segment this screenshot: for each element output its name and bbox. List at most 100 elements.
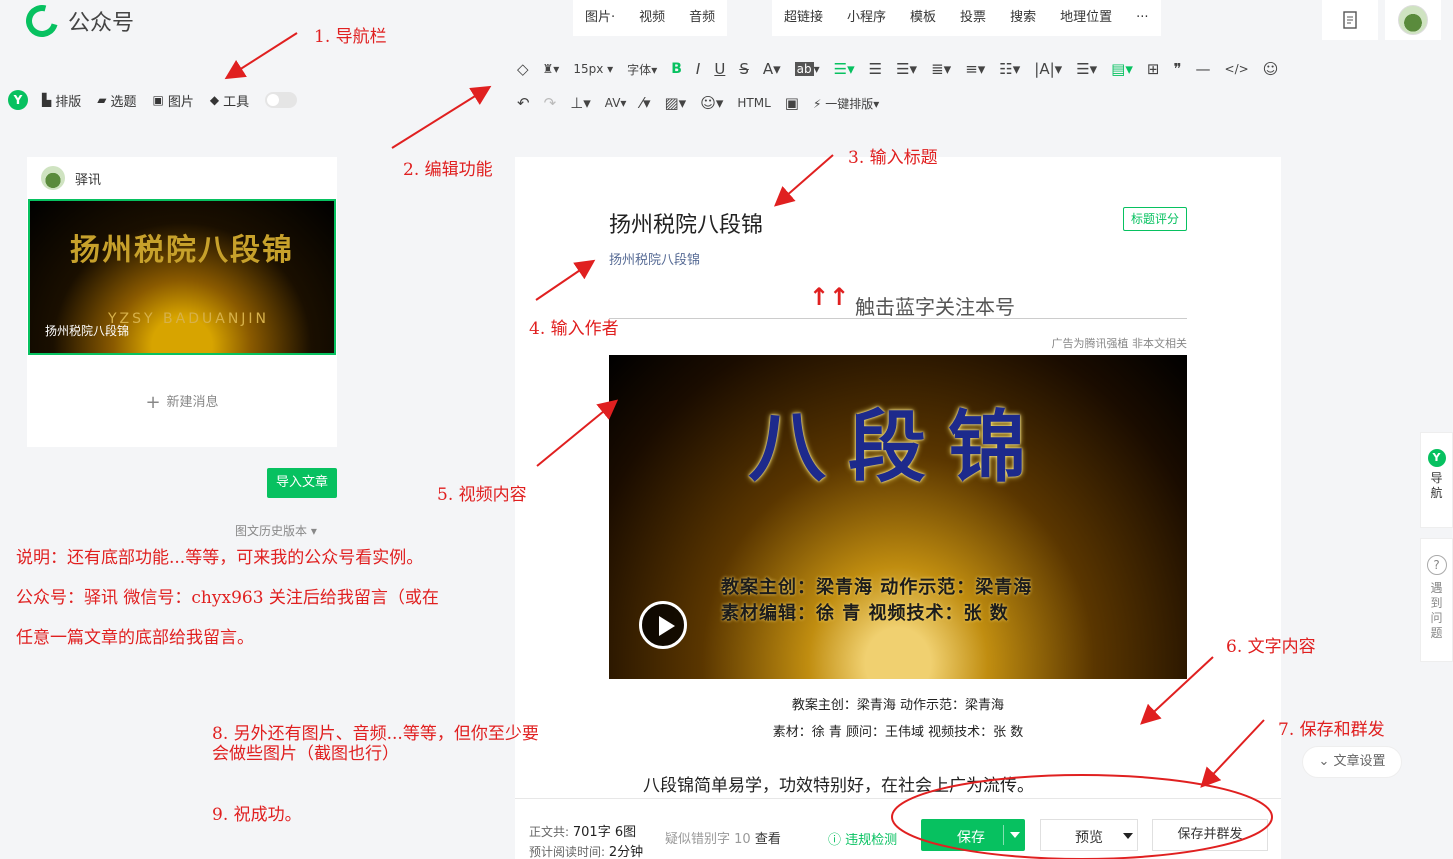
- menu-more[interactable]: ···: [1124, 0, 1160, 36]
- menu-hyperlink[interactable]: 超链接: [772, 0, 835, 36]
- import-article-button[interactable]: 导入文章: [267, 468, 337, 498]
- article-cover-selected[interactable]: 扬州税院八段锦 YZSY BADUANJIN 扬州税院八段锦: [28, 199, 336, 355]
- annotation-3: 3. 输入标题: [848, 148, 938, 168]
- font-size-value: 15px: [573, 62, 604, 76]
- divider-icon[interactable]: —: [1189, 60, 1218, 78]
- help-label: 遇到问题: [1430, 581, 1443, 640]
- magic-wand-icon[interactable]: ⁄▾: [633, 94, 657, 112]
- code-icon[interactable]: </>: [1218, 62, 1256, 76]
- align-center-icon[interactable]: ☰▾: [827, 60, 862, 78]
- new-message-button[interactable]: + 新建消息: [27, 391, 337, 413]
- topic-tool[interactable]: ▰ 选题: [97, 91, 136, 110]
- one-click-layout-button[interactable]: ⚡ 一键排版▾: [806, 95, 886, 112]
- emoji-icon[interactable]: ☺: [1256, 60, 1286, 78]
- cover-subtitle: YZSY BADUANJIN: [108, 311, 270, 327]
- list-icon[interactable]: ☰▾: [1069, 60, 1104, 78]
- font-size-select[interactable]: 15px ▾: [566, 62, 620, 76]
- emoji-insert-icon[interactable]: ☺▾: [693, 94, 730, 112]
- account-name: 驿讯: [75, 172, 102, 188]
- read-time-value: 2分钟: [608, 845, 644, 859]
- follow-text: 触击蓝字关注本号: [855, 295, 1015, 319]
- menu-image[interactable]: 图片·: [573, 0, 627, 36]
- ad-note: 广告为腾讯强植 非本文相关: [1051, 337, 1188, 350]
- play-icon[interactable]: [639, 601, 687, 649]
- menu-vote[interactable]: 投票: [948, 0, 998, 36]
- tools-label: 工具: [223, 94, 250, 110]
- article-title-input[interactable]: 扬州税院八段锦: [609, 207, 763, 239]
- note-line-1: 说明：还有底部功能...等等，可来我的公众号看实例。: [16, 548, 424, 568]
- insert-menu-media: 图片· 视频 音频: [573, 0, 728, 36]
- save-button[interactable]: 保存: [921, 819, 1025, 851]
- history-versions-link[interactable]: 图文历史版本 ▾: [235, 522, 317, 539]
- help-button[interactable]: ? 遇到问题: [1420, 538, 1453, 662]
- text-width-icon[interactable]: |A|▾: [1027, 60, 1069, 78]
- font-color-button[interactable]: A▾: [756, 60, 788, 78]
- violation-check-button[interactable]: ⓘ 违规检测: [828, 829, 897, 848]
- redo-icon[interactable]: ↷: [537, 94, 564, 112]
- typo-view-link[interactable]: 查看: [755, 832, 781, 847]
- tools-tool[interactable]: ◆ 工具: [210, 91, 249, 110]
- outdent-icon[interactable]: ☰▾: [889, 60, 924, 78]
- chevron-down-icon[interactable]: [1010, 832, 1020, 838]
- html-icon[interactable]: HTML: [730, 96, 777, 110]
- plus-icon: +: [145, 392, 161, 413]
- annotation-9: 9. 祝成功。: [212, 805, 302, 825]
- annotation-1: 1. 导航栏: [314, 27, 387, 47]
- background-color-button[interactable]: ab ▾: [788, 62, 827, 76]
- read-time: 预计阅读时间: 2分钟: [529, 841, 643, 859]
- table-icon[interactable]: ⊞: [1140, 60, 1167, 78]
- preview-button[interactable]: 预览: [1040, 819, 1138, 851]
- side-navigation-button[interactable]: Y 导航: [1420, 432, 1453, 528]
- save-and-publish-button[interactable]: 保存并群发: [1152, 819, 1268, 851]
- violation-label: 违规检测: [845, 833, 898, 848]
- menu-video[interactable]: 视频: [627, 0, 677, 36]
- avatar[interactable]: [1398, 5, 1428, 35]
- article-settings-label: 文章设置: [1333, 754, 1386, 769]
- image-tool[interactable]: ▣ 图片: [153, 91, 194, 110]
- letter-spacing-icon[interactable]: ☷▾: [992, 60, 1027, 78]
- left-toolbar: Y ▙ 排版 ▰ 选题 ▣ 图片 ◆ 工具: [8, 90, 298, 110]
- top-navigation: 公众号 图片· 视频 音频 超链接 小程序 模板 投票 搜索 地理位置 ···: [0, 0, 1453, 44]
- menu-search[interactable]: 搜索: [998, 0, 1048, 36]
- article-author-input[interactable]: 扬州税院八段锦: [609, 249, 700, 268]
- format-toolbar-row-1: ◇ ♜▾ 15px ▾ 字体▾ B I U S A▾ ab ▾ ☰▾ ☰ ☰▾ ≣…: [510, 54, 1285, 84]
- font-family-select[interactable]: 字体▾: [620, 61, 664, 78]
- video-credit-1: 教案主创：梁青海 动作示范：梁青海: [721, 577, 1033, 598]
- title-score-button[interactable]: 标题评分: [1123, 207, 1187, 231]
- eraser-icon[interactable]: ◇: [510, 60, 536, 78]
- toolbox-icon[interactable]: ▣: [778, 94, 806, 112]
- menu-audio[interactable]: 音频: [677, 0, 727, 36]
- article-settings-button[interactable]: ⌄ 文章设置: [1302, 746, 1402, 778]
- vertical-spacing-icon[interactable]: ⊥▾: [563, 94, 598, 112]
- plugin-y-icon[interactable]: Y: [8, 90, 28, 110]
- bold-button[interactable]: B: [664, 61, 689, 77]
- border-color-icon[interactable]: ▤▾: [1104, 60, 1140, 78]
- indent-icon[interactable]: ☰: [862, 60, 889, 78]
- format-painter-icon[interactable]: ♜▾: [536, 62, 567, 76]
- layout-tool[interactable]: ▙ 排版: [42, 91, 81, 110]
- follow-banner: ↑↑ 触击蓝字关注本号: [609, 283, 1187, 319]
- user-avatar-container: [1385, 0, 1441, 40]
- undo-icon[interactable]: ↶: [510, 94, 537, 112]
- paragraph-spacing-icon[interactable]: ≣▾: [924, 60, 958, 78]
- line-height-icon[interactable]: ≡▾: [958, 60, 992, 78]
- preview-chevron-down-icon[interactable]: [1123, 833, 1133, 839]
- underline-button[interactable]: U: [707, 60, 732, 78]
- article-paragraph[interactable]: 八段锦简单易学，功效特别好，在社会上广为流传。: [643, 771, 1034, 796]
- document-icon[interactable]: [1322, 0, 1378, 40]
- annotation-6: 6. 文字内容: [1226, 637, 1316, 657]
- char-spacing-icon[interactable]: AV▾: [598, 96, 634, 110]
- italic-button[interactable]: I: [689, 60, 707, 78]
- menu-miniprogram[interactable]: 小程序: [835, 0, 898, 36]
- image-icon: ▣: [152, 93, 164, 107]
- video-player[interactable]: 八段锦 教案主创：梁青海 动作示范：梁青海 素材编辑：徐 青 视频技术：张 数: [609, 355, 1187, 679]
- note-line-2: 公众号：驿讯 微信号：chyx963 关注后给我留言（或在: [16, 588, 439, 608]
- font-family-value: 字体: [627, 62, 652, 77]
- menu-template[interactable]: 模板: [898, 0, 948, 36]
- image-insert-icon[interactable]: ▨▾: [658, 94, 694, 112]
- app-logo[interactable]: 公众号: [20, 0, 134, 43]
- toggle-switch[interactable]: [265, 92, 298, 108]
- menu-location[interactable]: 地理位置: [1048, 0, 1124, 36]
- quote-icon[interactable]: ❞: [1166, 60, 1188, 78]
- strikethrough-button[interactable]: S: [732, 60, 756, 78]
